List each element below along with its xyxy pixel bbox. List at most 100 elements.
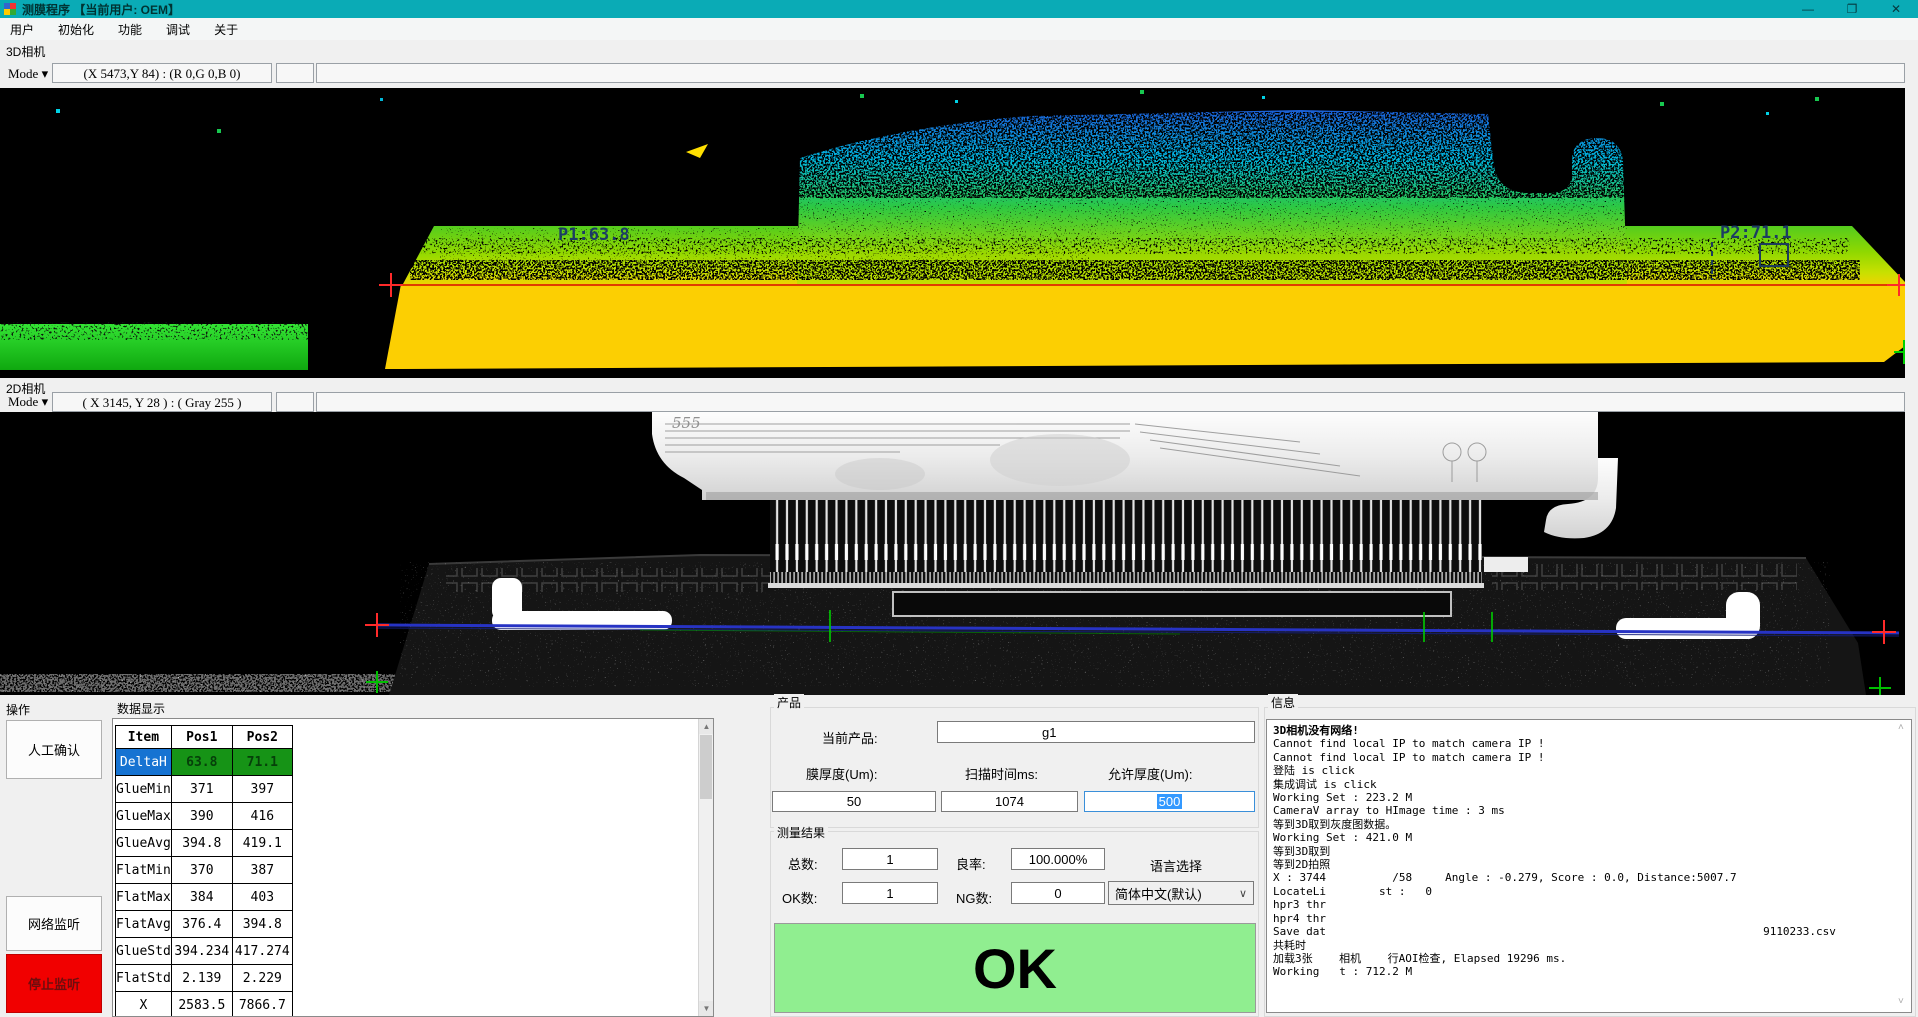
- scrollbar-thumb[interactable]: [700, 735, 712, 799]
- language-select[interactable]: 简体中文(默认) ∨: [1108, 881, 1254, 905]
- ng-count-field[interactable]: 0: [1011, 882, 1105, 904]
- camera-2d-image[interactable]: 555: [0, 412, 1905, 695]
- scroll-down-icon[interactable]: ▼: [699, 1001, 714, 1016]
- scan-time-field[interactable]: 1074: [941, 791, 1078, 812]
- total-label: 总数:: [788, 854, 818, 873]
- menu-about[interactable]: 关于: [214, 21, 238, 38]
- data-display-label: 数据显示: [117, 700, 165, 717]
- operations-label: 操作: [6, 701, 30, 718]
- minimize-button[interactable]: —: [1786, 0, 1830, 18]
- yield-field[interactable]: 100.000%: [1011, 848, 1105, 870]
- log-line: X : 3744 /58 Angle : -0.279, Score : 0.0…: [1273, 871, 1911, 884]
- network-listen-button[interactable]: 网络监听: [6, 896, 102, 951]
- allow-thickness-label: 允许厚度(Um):: [1108, 764, 1193, 783]
- connector-pins: [770, 500, 1482, 574]
- log-line: Working Set : 421.0 M: [1273, 831, 1911, 844]
- log-line: Cannot find local IP to match camera IP …: [1273, 751, 1911, 764]
- status-result-box: OK: [774, 923, 1256, 1013]
- app-icon: [4, 3, 16, 15]
- table-row: FlatAvg 376.4 394.8: [116, 911, 293, 938]
- table-row: X 2583.5 7866.7: [116, 992, 293, 1017]
- status-cell: [316, 392, 1905, 412]
- log-line: hpr3 thr: [1273, 898, 1911, 911]
- camera-3d-mode-bar: Mode ▾ (X 5473,Y 84) : (R 0,G 0,B 0): [0, 60, 1918, 88]
- close-button[interactable]: ✕: [1874, 0, 1918, 18]
- application-window: 测膜程序 【当前用户: OEM】 — ❐ ✕ 用户 初始化 功能 调试 关于 3…: [0, 0, 1918, 1017]
- pixel-status-2d: ( X 3145, Y 28 ) : ( Gray 255 ): [52, 392, 272, 412]
- log-line: 加载3张 相机 行AOI检查, Elapsed 19296 ms.: [1273, 952, 1911, 965]
- chevron-down-icon: ▾: [42, 66, 49, 81]
- p2-measurement-label: P2:71.1: [1720, 223, 1792, 243]
- log-line: LocateLi st : 0: [1273, 885, 1911, 898]
- manual-confirm-button[interactable]: 人工确认: [6, 720, 102, 779]
- menu-init[interactable]: 初始化: [58, 21, 94, 38]
- connector-slot: [893, 592, 1451, 616]
- p1-measurement-label: P1:63.8: [558, 225, 630, 245]
- table-scrollbar[interactable]: ▲ ▼: [698, 719, 714, 1016]
- chevron-down-icon: ▾: [42, 394, 49, 409]
- scroll-up-icon[interactable]: ▲: [699, 719, 714, 734]
- table-header-row: Item Pos1 Pos2: [116, 726, 293, 749]
- log-line: 集成调试 is click: [1273, 778, 1911, 791]
- log-scroll-down-icon[interactable]: ˅: [1898, 996, 1904, 1007]
- log-scroll-up-icon[interactable]: ˄: [1898, 722, 1904, 733]
- col-pos1[interactable]: Pos1: [171, 726, 232, 749]
- table-row: GlueAvg 394.8 419.1: [116, 830, 293, 857]
- table-row: FlatStd 2.139 2.229: [116, 965, 293, 992]
- product-group-label: 产品: [774, 694, 804, 711]
- language-label: 语言选择: [1150, 856, 1202, 875]
- pixel-status-3d: (X 5473,Y 84) : (R 0,G 0,B 0): [52, 63, 272, 83]
- log-line: Save dat 9110233.csv: [1273, 925, 1911, 938]
- allow-thickness-field[interactable]: 500: [1084, 791, 1255, 812]
- log-line: Cannot find local IP to match camera IP …: [1273, 737, 1911, 750]
- col-pos2[interactable]: Pos2: [232, 726, 292, 749]
- ok-count-field[interactable]: 1: [842, 882, 938, 904]
- col-item[interactable]: Item: [116, 726, 172, 749]
- log-line: 等到3D取到灰度图数据。: [1273, 818, 1911, 831]
- film-thickness-label: 膜厚度(Um):: [806, 764, 878, 783]
- table-row: GlueMax 390 416: [116, 803, 293, 830]
- camera-2d-mode-bar: Mode ▾ ( X 3145, Y 28 ) : ( Gray 255 ): [0, 394, 1918, 412]
- log-line: CameraV array to HImage time : 3 ms: [1273, 804, 1911, 817]
- table-row-deltah: DeltaH 63.8 71.1: [116, 749, 293, 776]
- log-line: 等到2D拍照: [1273, 858, 1911, 871]
- select-chevron-icon: ∨: [1239, 887, 1247, 900]
- log-line: 登陆 is click: [1273, 764, 1911, 777]
- camera-3d-label: 3D相机: [6, 43, 45, 60]
- mode-dropdown-3d[interactable]: Mode ▾: [8, 66, 48, 82]
- stop-listen-button[interactable]: 停止监听: [6, 954, 102, 1013]
- window-title: 测膜程序 【当前用户: OEM】: [22, 1, 180, 18]
- ok-count-label: OK数:: [782, 888, 817, 907]
- menu-user[interactable]: 用户: [10, 21, 34, 38]
- menu-debug[interactable]: 调试: [166, 21, 190, 38]
- log-line: Working Set : 223.2 M: [1273, 791, 1911, 804]
- yield-label: 良率:: [956, 854, 986, 873]
- measurement-table: Item Pos1 Pos2 DeltaH 63.8 71.1 GlueMin …: [115, 725, 293, 1017]
- selected-text: 500: [1157, 794, 1183, 809]
- camera-3d-image[interactable]: P1:63.8 P2:71.1: [0, 88, 1905, 378]
- menu-function[interactable]: 功能: [118, 21, 142, 38]
- log-line: 共耗时: [1273, 939, 1911, 952]
- table-row: GlueMin 371 397: [116, 776, 293, 803]
- log-area[interactable]: 3D相机没有网络! Cannot find local IP to match …: [1266, 719, 1912, 1013]
- log-line: 3D相机没有网络!: [1273, 724, 1911, 737]
- menu-bar: 用户 初始化 功能 调试 关于: [0, 18, 1918, 40]
- log-line: Working t : 712.2 M: [1273, 965, 1911, 978]
- height-slab: [385, 284, 1905, 369]
- log-line: hpr4 thr: [1273, 912, 1911, 925]
- table-row: FlatMin 370 387: [116, 857, 293, 884]
- total-field[interactable]: 1: [842, 848, 938, 870]
- status-cell: [276, 392, 314, 412]
- ng-count-label: NG数:: [956, 888, 992, 907]
- mode-dropdown-2d[interactable]: Mode ▾: [8, 394, 48, 410]
- status-cell: [316, 63, 1905, 83]
- status-cell: [276, 63, 314, 83]
- status-result-text: OK: [973, 936, 1057, 1001]
- restore-button[interactable]: ❐: [1830, 0, 1874, 18]
- title-bar[interactable]: 测膜程序 【当前用户: OEM】 — ❐ ✕: [0, 0, 1918, 18]
- scan-time-label: 扫描时间ms:: [965, 764, 1038, 783]
- current-product-field[interactable]: g1: [937, 721, 1255, 743]
- results-group-label: 测量结果: [774, 824, 828, 841]
- film-thickness-field[interactable]: 50: [772, 791, 936, 812]
- log-line: 等到3D取到: [1273, 845, 1911, 858]
